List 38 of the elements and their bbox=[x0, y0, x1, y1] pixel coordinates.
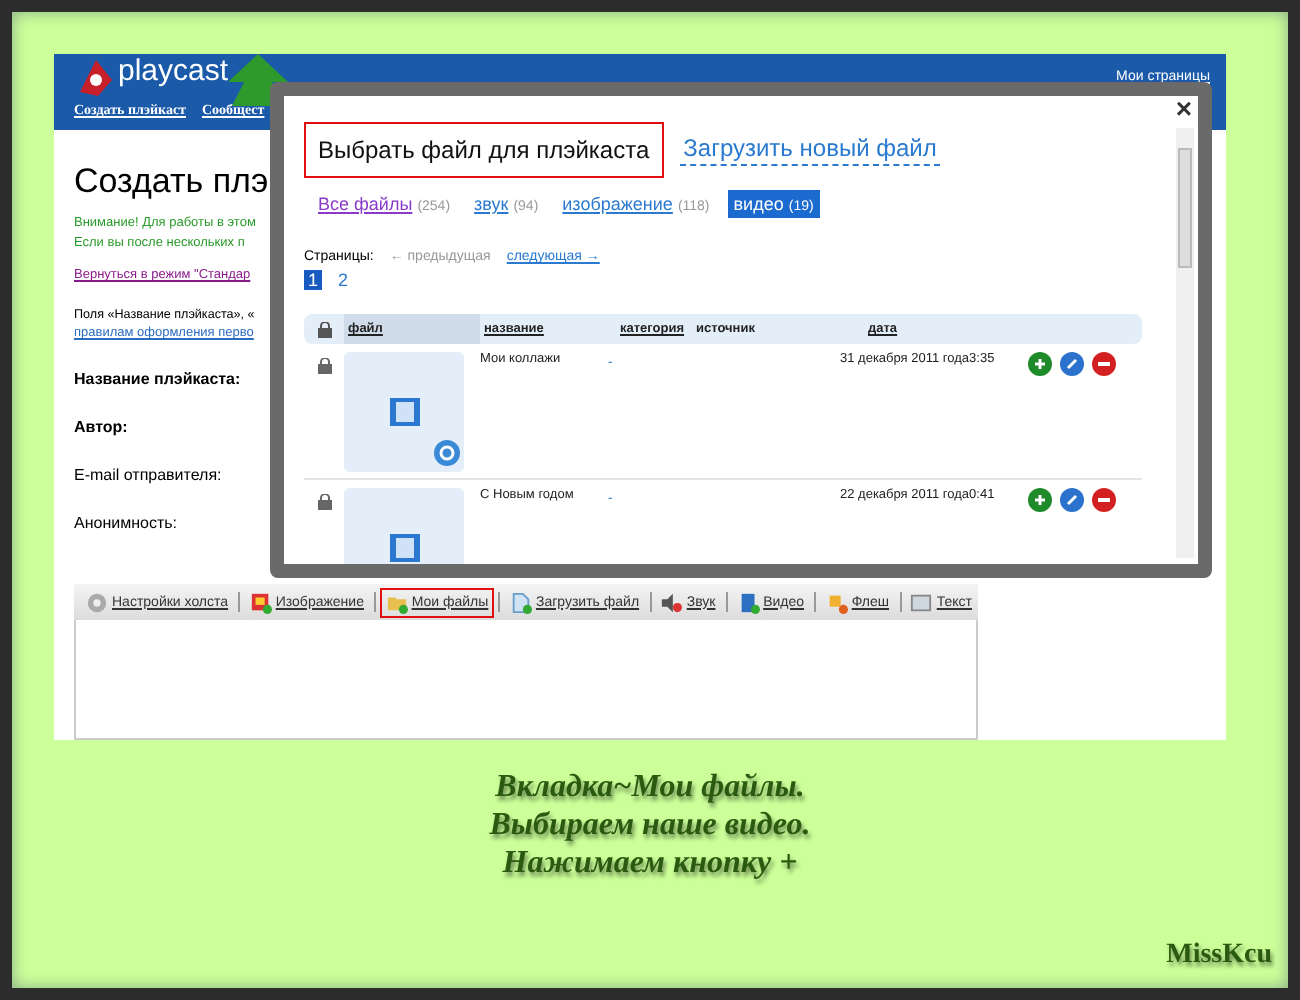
edit-button[interactable] bbox=[1060, 488, 1084, 512]
film-icon bbox=[389, 534, 419, 562]
close-button[interactable]: × bbox=[1171, 96, 1196, 120]
form-label: Анонимность: bbox=[74, 514, 180, 534]
form-label: Автор: bbox=[74, 418, 130, 438]
film-icon bbox=[389, 398, 419, 426]
dialog-tab[interactable]: Загрузить новый файл bbox=[679, 134, 941, 166]
add-button[interactable] bbox=[1028, 352, 1052, 376]
edit-button[interactable] bbox=[1060, 352, 1084, 376]
signature-text: MissKcu bbox=[1166, 940, 1272, 972]
magnifier-icon[interactable] bbox=[434, 440, 460, 466]
caption-text: Вкладка~Мои файлы. bbox=[495, 768, 805, 806]
tree-icon bbox=[228, 54, 289, 106]
logo-icon bbox=[74, 56, 118, 100]
lock-icon bbox=[317, 358, 331, 374]
image-icon bbox=[249, 591, 272, 613]
add-button[interactable] bbox=[1028, 488, 1052, 512]
page-link[interactable]: 2 bbox=[334, 270, 353, 290]
caption-text: Выбираем наше видео. bbox=[489, 806, 811, 844]
lock-icon bbox=[317, 494, 331, 510]
form-label: Название плэйкаста: bbox=[74, 370, 243, 390]
speaker-icon bbox=[660, 591, 683, 613]
page-link[interactable]: 1 bbox=[304, 270, 323, 290]
caption-text: Нажимаем кнопку + bbox=[502, 844, 798, 882]
puzzle-icon bbox=[825, 591, 848, 613]
lock-icon bbox=[317, 321, 331, 337]
document-icon bbox=[509, 591, 532, 613]
dialog-tab[interactable]: Выбрать файл для плэйкаста bbox=[304, 122, 664, 178]
text-icon bbox=[910, 591, 933, 613]
scrollbar[interactable] bbox=[1176, 128, 1194, 558]
video-thumbnail[interactable] bbox=[344, 352, 464, 472]
delete-button[interactable] bbox=[1092, 488, 1116, 512]
gear-icon bbox=[86, 591, 108, 613]
film-icon bbox=[737, 591, 760, 613]
delete-button[interactable] bbox=[1092, 352, 1116, 376]
logo-text[interactable]: playcast bbox=[118, 54, 229, 90]
page-title: Создать плэ bbox=[74, 162, 266, 204]
form-label: E-mail отправителя: bbox=[74, 466, 224, 486]
